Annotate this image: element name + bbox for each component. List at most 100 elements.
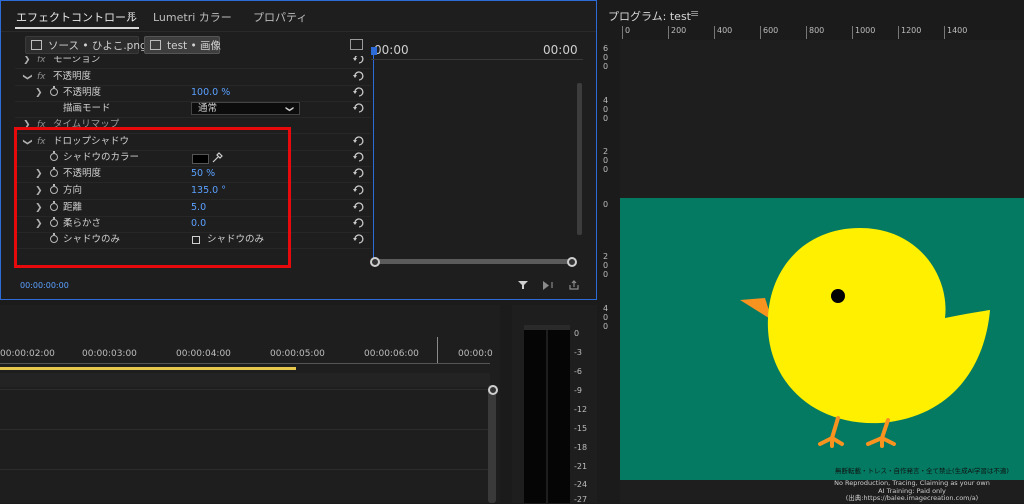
row-opacity[interactable]: ❯ fx 不透明度: [15, 69, 371, 86]
reset-icon[interactable]: [353, 218, 365, 228]
label-opacity: 不透明度: [53, 71, 92, 82]
db-label: -12: [574, 405, 588, 414]
active-tab-underline: [15, 27, 139, 29]
timeline-timecode: 00:00:0: [458, 349, 493, 359]
source-clip-label: ソース • ひよこ.png: [48, 40, 147, 52]
timeline-scrollbar[interactable]: [488, 385, 496, 503]
reset-icon[interactable]: [353, 56, 365, 64]
ruler-tick: 1200: [898, 26, 921, 39]
timeline-timecode: 00:00:04:00: [176, 349, 231, 359]
db-label: -21: [574, 462, 588, 471]
opacity-value[interactable]: 100.0 %: [191, 85, 230, 101]
playhead-line: [373, 55, 374, 266]
tab-menu-icon[interactable]: ≡: [127, 8, 136, 21]
sequence-clip-button[interactable]: test • 画像: [144, 36, 222, 54]
chick-right-leg: [866, 418, 896, 448]
row-blend-mode[interactable]: 描画モード 通常 ❯: [15, 101, 371, 118]
db-label: -15: [574, 424, 588, 433]
filter-icon[interactable]: [518, 280, 528, 290]
db-label: -3: [574, 348, 582, 357]
reset-icon[interactable]: [353, 103, 365, 113]
timeline-timecode: 00:00:05:00: [270, 349, 325, 359]
label-opacity-prop: 不透明度: [63, 87, 102, 98]
reset-icon[interactable]: [353, 202, 365, 212]
source-clip-button[interactable]: ソース • ひよこ.png: [25, 36, 147, 54]
row-motion[interactable]: ❯ fx モーション: [15, 56, 371, 69]
ruler-tick-vertical: 400: [603, 96, 609, 123]
timeline-panel: 00:00:02:00 00:00:03:00 00:00:04:00 00:0…: [0, 305, 500, 503]
blend-mode-dropdown[interactable]: 通常 ❯: [191, 102, 300, 115]
reset-icon[interactable]: [353, 185, 365, 195]
label-motion: モーション: [53, 56, 101, 65]
tab-properties[interactable]: プロパティ: [253, 9, 307, 25]
db-label: -6: [574, 367, 582, 376]
tab-lumetri-color[interactable]: Lumetri カラー: [153, 9, 232, 25]
tab-effect-controls[interactable]: エフェクトコントロール: [16, 9, 137, 25]
reset-icon[interactable]: [353, 168, 365, 178]
playhead-marker[interactable]: [371, 47, 377, 55]
row-opacity-value[interactable]: ❯ 不透明度 100.0 %: [15, 85, 371, 102]
track-divider: [0, 469, 490, 470]
effect-timeline[interactable]: 00:00 00:00: [370, 41, 583, 268]
ruler-vertical: 600 400 200 0 200 400: [600, 40, 621, 503]
panel-options-icon[interactable]: [350, 39, 363, 50]
export-icon[interactable]: [569, 280, 579, 290]
chevron-down-icon: ❯: [285, 105, 295, 113]
chick-eye: [831, 289, 845, 303]
timeline-timecode: 00:00:03:00: [82, 349, 137, 359]
stopwatch-icon[interactable]: [50, 86, 58, 96]
track-divider: [0, 389, 490, 390]
sequence-clip-label: test • 画像: [167, 40, 222, 52]
canvas-bottom-area: No Reproduction, Tracing, Claiming as yo…: [620, 479, 1024, 503]
zoom-handle-right[interactable]: [567, 257, 577, 267]
ruler-baseline: [0, 363, 490, 364]
ruler-tick: 1400: [944, 26, 967, 39]
effect-controls-panel: エフェクトコントロール ≡ Lumetri カラー プロパティ ソース • ひよ…: [0, 0, 597, 300]
chick-body: [767, 228, 990, 424]
ruler-tick-vertical: 200: [603, 147, 609, 174]
timeline-timecode: 00:00:02:00: [0, 349, 55, 359]
ruler-tick: 400: [714, 26, 732, 39]
zoom-handle-left[interactable]: [370, 257, 380, 267]
panel-tab-bar: エフェクトコントロール ≡ Lumetri カラー プロパティ: [1, 1, 596, 32]
reset-icon[interactable]: [353, 87, 365, 97]
label-blend-mode: 描画モード: [63, 103, 111, 114]
vertical-scrollbar[interactable]: [577, 83, 582, 235]
db-label: -18: [574, 443, 588, 452]
reset-icon[interactable]: [353, 234, 365, 244]
ruler-tick-vertical: 400: [603, 304, 609, 331]
chick-illustration: [740, 228, 990, 448]
reset-icon[interactable]: [353, 136, 365, 146]
canvas-outside-area: [620, 40, 1024, 198]
watermark-text: No Reproduction, Tracing, Claiming as yo…: [834, 479, 990, 502]
ruler-horizontal: 0 200 400 600 800 1000 1200 1400: [608, 26, 1024, 41]
timeline-marker: [437, 337, 438, 363]
program-monitor-title[interactable]: プログラム: test: [608, 8, 691, 24]
ruler-tick-vertical: 600: [603, 44, 609, 71]
current-timecode[interactable]: 00:00:00:00: [20, 281, 69, 290]
horizontal-zoom-bar[interactable]: [373, 259, 573, 264]
ruler-tick: 0: [622, 26, 630, 39]
ruler-tick: 1000: [852, 26, 875, 39]
work-area-bar[interactable]: [0, 367, 296, 370]
timeline-divider: [371, 59, 583, 60]
blend-mode-value: 通常: [198, 103, 218, 114]
timeline-timecode: 00:00:06:00: [364, 349, 419, 359]
chick-left-leg: [818, 416, 844, 448]
db-label: 0: [574, 329, 580, 338]
reset-icon[interactable]: [353, 71, 365, 81]
drop-shadow-highlight-box: [14, 127, 291, 268]
db-label: -9: [574, 386, 582, 395]
watermark-text: 無断転載・トレス・自作発言・全て禁止(生成AI学習は不適): [835, 467, 1009, 475]
program-canvas[interactable]: 無断転載・トレス・自作発言・全て禁止(生成AI学習は不適): [620, 198, 1024, 480]
sequence-icon: [150, 40, 161, 50]
meter-channel-right: [548, 325, 570, 503]
track-row: [0, 373, 490, 387]
timeline-scroll-handle[interactable]: [488, 385, 498, 395]
ruler-tick-vertical: 200: [603, 252, 609, 279]
ruler-tick: 800: [806, 26, 824, 39]
reset-icon[interactable]: [353, 152, 365, 162]
panel-menu-icon[interactable]: ≡: [690, 7, 699, 20]
play-audio-icon[interactable]: [543, 281, 555, 290]
db-label: -24: [574, 480, 588, 489]
